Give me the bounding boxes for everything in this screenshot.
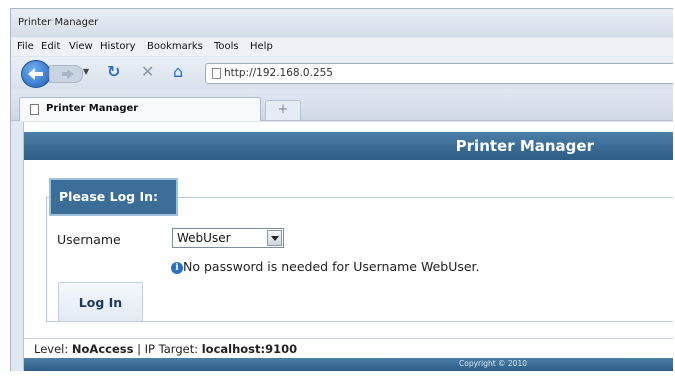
ip-target-label: IP Target: — [144, 342, 199, 356]
level-label: Level: — [34, 342, 69, 356]
page-footer: Copyright © 2010 — [24, 358, 673, 371]
login-legend-text: Please Log In: — [59, 189, 159, 204]
menu-bar: File Edit View History Bookmarks Tools H… — [11, 38, 673, 56]
menu-file[interactable]: File — [17, 41, 34, 52]
browser-window: Printer Manager File Edit View History B… — [10, 8, 673, 371]
stop-icon[interactable]: ✕ — [141, 64, 154, 80]
copyright-text: Copyright © 2010 — [459, 359, 528, 368]
username-selected-value: WebUser — [177, 231, 231, 245]
status-bar: Level: NoAccess | IP Target: localhost:9… — [24, 338, 673, 359]
login-legend: Please Log In: — [49, 178, 178, 216]
tab-printer-manager[interactable]: Printer Manager — [19, 97, 261, 121]
menu-history[interactable]: History — [100, 41, 136, 52]
dropdown-arrow-icon[interactable] — [267, 230, 282, 246]
status-separator: | — [137, 342, 141, 356]
back-button[interactable] — [21, 60, 51, 88]
username-select[interactable]: WebUser — [172, 228, 284, 248]
page-header: Printer Manager — [24, 132, 673, 160]
status-text: Level: NoAccess | IP Target: localhost:9… — [34, 342, 297, 356]
menu-tools[interactable]: Tools — [214, 41, 239, 52]
menu-edit[interactable]: Edit — [41, 41, 60, 52]
level-value: NoAccess — [71, 342, 134, 356]
login-button-label: Log In — [78, 295, 123, 310]
info-icon: i — [171, 262, 183, 274]
tab-label: Printer Manager — [46, 103, 139, 114]
info-message: i No password is needed for Username WebU… — [171, 259, 480, 274]
menu-view[interactable]: View — [69, 41, 93, 52]
new-tab-button[interactable]: + — [265, 100, 301, 120]
url-text[interactable]: http://192.168.0.255 — [224, 67, 333, 79]
forward-icon — [62, 69, 74, 79]
page-icon — [30, 104, 39, 115]
title-bar: Printer Manager — [11, 9, 673, 37]
reload-icon[interactable]: ↻ — [107, 64, 120, 80]
menu-help[interactable]: Help — [250, 41, 273, 52]
page-content: Printer Manager Please Log In: Username … — [23, 122, 673, 371]
window-title: Printer Manager — [18, 17, 99, 28]
forward-button[interactable] — [49, 65, 83, 83]
history-dropdown-icon[interactable]: ▼ — [83, 67, 89, 76]
page-title: Printer Manager — [455, 137, 594, 155]
username-label: Username — [57, 232, 121, 247]
navigation-toolbar: ▼ ↻ ✕ ⌂ http://192.168.0.255 — [11, 57, 673, 89]
page-icon — [212, 68, 221, 79]
ip-target-value: localhost:9100 — [201, 342, 298, 356]
menu-bookmarks[interactable]: Bookmarks — [147, 41, 203, 52]
info-text: No password is needed for Username WebUs… — [183, 259, 480, 274]
home-icon[interactable]: ⌂ — [173, 64, 183, 80]
tab-strip: Printer Manager + — [11, 90, 673, 121]
login-button[interactable]: Log In — [58, 282, 143, 322]
address-bar[interactable]: http://192.168.0.255 — [205, 63, 673, 84]
back-icon — [28, 68, 43, 80]
